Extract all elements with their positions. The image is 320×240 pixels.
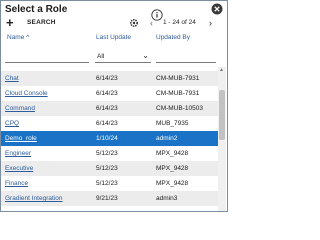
table-row[interactable]: Command 6/14/23 CM-MUB-10503 [1, 101, 219, 116]
role-name-link[interactable]: Gradient Integration [5, 195, 62, 202]
role-name-link[interactable]: Demo_role [5, 135, 37, 142]
last-update-cell: 9/21/23 [96, 195, 118, 202]
dialog-title: Select a Role [5, 4, 68, 15]
last-update-cell: 6/14/23 [96, 75, 118, 82]
table-row[interactable]: Chat 6/14/23 CM-MUB-7931 [1, 71, 219, 86]
prev-page-icon[interactable]: ‹ [150, 18, 153, 28]
table-row[interactable]: Cloud Console 6/14/23 CM-MUB-7931 [1, 86, 219, 101]
updated-by-cell: MPX_9428 [156, 180, 189, 187]
record-count: 1 - 24 of 24 [163, 19, 196, 26]
last-update-cell: 5/12/23 [96, 180, 118, 187]
table-row[interactable]: CPQ 6/14/23 MUB_7935 [1, 116, 219, 131]
sort-ascending-icon: ^ [26, 34, 30, 41]
last-update-cell: 6/14/23 [96, 90, 118, 97]
column-header-last-update[interactable]: Last Update [96, 34, 131, 41]
table-row[interactable]: Executive 5/12/23 MPX_9428 [1, 161, 219, 176]
add-button[interactable]: + [6, 16, 14, 30]
last-update-cell: 5/12/23 [96, 150, 118, 157]
table-row-selected[interactable]: Demo_role 1/10/24 admin2 [1, 131, 219, 146]
role-name-link[interactable]: CPQ [5, 120, 19, 127]
table-row[interactable]: Finance 5/12/23 MPX_9428 [1, 176, 219, 191]
role-name-link[interactable]: Chat [5, 75, 19, 82]
updated-by-cell: CM-MUB-7931 [156, 90, 200, 97]
column-header-name[interactable]: Name ^ [7, 34, 29, 41]
last-update-cell: 1/10/24 [96, 135, 118, 142]
gear-icon[interactable] [129, 18, 139, 28]
role-list: Chat 6/14/23 CM-MUB-7931 Cloud Console 6… [1, 67, 219, 211]
name-filter-input[interactable] [5, 51, 89, 63]
chevron-down-icon: ⌄ [142, 51, 149, 60]
column-header-name-label: Name [7, 34, 25, 41]
updated-by-cell: admin3 [156, 195, 178, 202]
last-update-filter-value: All [97, 53, 105, 60]
updated-by-filter-input[interactable] [156, 51, 216, 63]
updated-by-cell: admin2 [156, 135, 178, 142]
search-button[interactable]: SEARCH [27, 19, 56, 26]
select-role-dialog: Select a Role + SEARCH ‹ 1 - 24 of 24 › … [0, 0, 228, 212]
toolbar: + SEARCH ‹ 1 - 24 of 24 › [1, 9, 227, 32]
role-name-link[interactable]: Finance [5, 180, 28, 187]
last-update-cell: 6/14/23 [96, 120, 118, 127]
close-icon[interactable] [211, 3, 223, 15]
updated-by-cell: MUB_7935 [156, 120, 189, 127]
vertical-scrollbar[interactable]: ▲ [218, 67, 226, 211]
updated-by-cell: CM-MUB-10503 [156, 105, 203, 112]
updated-by-cell: CM-MUB-7931 [156, 75, 200, 82]
scroll-up-icon[interactable]: ▲ [219, 67, 224, 73]
last-update-filter-select[interactable]: All ⌄ [95, 51, 151, 63]
role-name-link[interactable]: Executive [5, 165, 33, 172]
column-header-updated-by[interactable]: Updated By [156, 34, 190, 41]
table-row[interactable]: Gradient Integration 9/21/23 admin3 [1, 191, 219, 206]
role-name-link[interactable]: Command [5, 105, 35, 112]
updated-by-cell: MPX_9428 [156, 150, 189, 157]
next-page-icon[interactable]: › [209, 18, 212, 28]
role-name-link[interactable]: Engineer [5, 150, 31, 157]
role-name-link[interactable]: Cloud Console [5, 90, 48, 97]
last-update-cell: 6/14/23 [96, 105, 118, 112]
table-row[interactable]: Engineer 5/12/23 MPX_9428 [1, 146, 219, 161]
scrollbar-thumb[interactable] [219, 90, 225, 140]
updated-by-cell: MPX_9428 [156, 165, 189, 172]
last-update-cell: 5/12/23 [96, 165, 118, 172]
